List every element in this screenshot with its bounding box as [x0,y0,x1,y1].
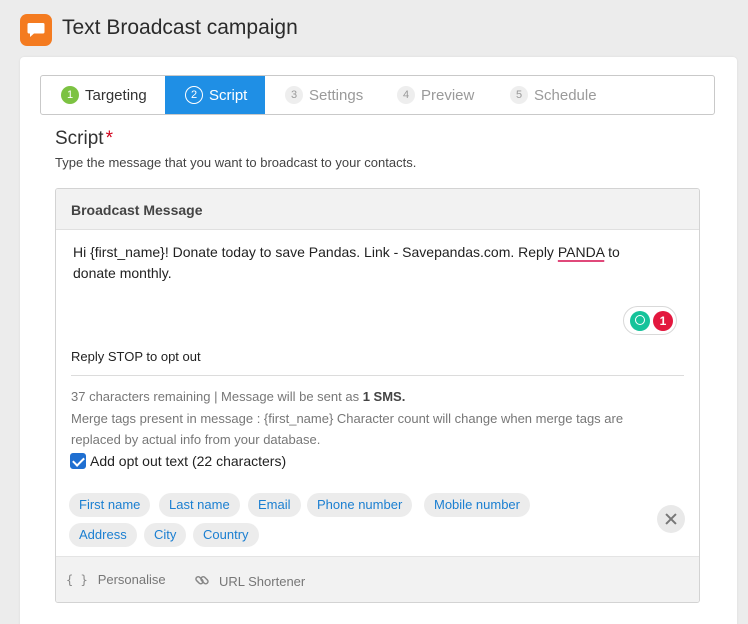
step-number: 2 [185,86,203,104]
optout-option[interactable]: Add opt out text (22 characters) [70,453,286,469]
merge-tag-phone-number[interactable]: Phone number [307,493,413,517]
grammar-assistant-icon [630,311,650,331]
merge-tag-last-name[interactable]: Last name [159,493,240,517]
url-shortener-label: URL Shortener [219,574,306,589]
step-number: 3 [285,86,303,104]
tab-label: Script [209,86,248,104]
personalise-label: Personalise [97,572,166,587]
sms-count: 1 SMS. [362,389,406,404]
character-info: 37 characters remaining | Message will b… [71,386,671,451]
optout-checkbox-label: Add opt out text (22 characters) [90,453,287,469]
url-shortener-button[interactable]: URL Shortener [194,572,305,591]
step-number: 1 [61,86,79,104]
tab-settings[interactable]: 3 Settings [285,76,363,114]
main-card: 1 Targeting 2 Script 3 Settings 4 Previe… [20,57,737,624]
link-icon [194,572,210,591]
optout-footer-text: Reply STOP to opt out [71,349,201,364]
braces-icon: { } [66,572,88,587]
optout-checkbox[interactable] [70,453,86,469]
merge-tag-country[interactable]: Country [193,523,259,547]
grammar-assistant-badge[interactable]: 1 [623,306,677,335]
tab-label: Schedule [534,86,597,104]
personalise-button[interactable]: { } Personalise [66,572,166,587]
message-textarea[interactable]: Hi {first_name}! Donate today to save Pa… [73,242,653,284]
merge-tag-email[interactable]: Email [248,493,301,517]
close-tags-button[interactable] [657,505,685,533]
section-title: Script * [55,128,113,150]
broadcast-message-panel: Broadcast Message Hi {first_name}! Donat… [55,188,700,603]
merge-tag-mobile-number[interactable]: Mobile number [424,493,530,517]
tab-label: Preview [421,86,475,104]
tab-preview[interactable]: 4 Preview [397,76,474,114]
message-toolbar: { } Personalise URL Shortener [56,556,699,602]
step-number: 4 [397,86,415,104]
remaining-characters: 37 characters remaining | Message will b… [71,389,363,404]
page-title: Text Broadcast campaign [62,16,298,39]
divider [71,375,684,376]
flagged-word[interactable]: PANDA [558,244,604,260]
message-text: Hi {first_name}! Donate today to save Pa… [73,244,558,260]
section-description: Type the message that you want to broadc… [55,155,417,170]
merge-tag-city[interactable]: City [144,523,187,547]
panel-title: Broadcast Message [56,189,699,230]
chat-bubble-icon [20,14,52,46]
tab-script[interactable]: 2 Script [165,76,265,114]
tab-label: Targeting [85,86,147,104]
suggestion-count: 1 [653,311,673,331]
script-title: Script [55,128,104,149]
tab-targeting[interactable]: 1 Targeting [41,76,165,114]
app-header: Text Broadcast campaign [0,0,748,56]
merge-tag-note: Merge tags present in message : {first_n… [71,410,624,448]
tab-label: Settings [309,86,364,104]
tab-schedule[interactable]: 5 Schedule [510,76,597,114]
step-number: 5 [510,86,528,104]
merge-tag-address[interactable]: Address [69,523,137,547]
required-mark: * [105,128,113,149]
merge-tag-first-name[interactable]: First name [69,493,151,517]
step-tabs: 1 Targeting 2 Script 3 Settings 4 Previe… [40,75,715,115]
